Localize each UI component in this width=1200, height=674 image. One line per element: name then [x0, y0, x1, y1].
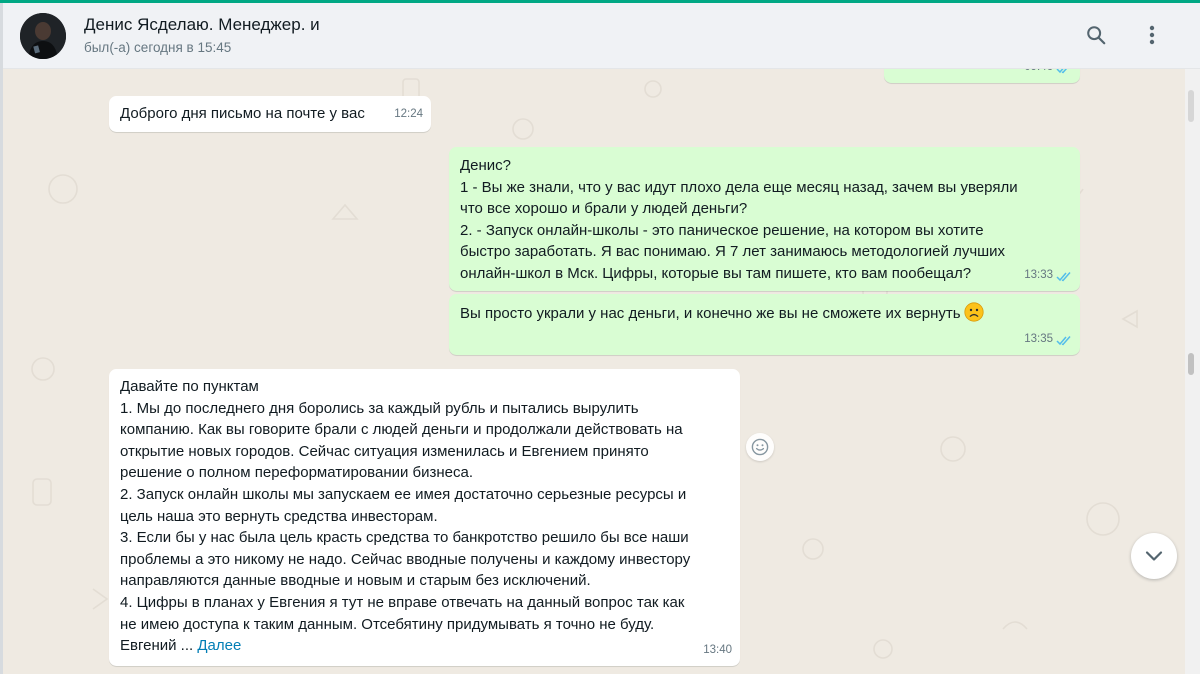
- message-text-content: Вы просто украли у нас деньги, и конечно…: [460, 305, 961, 322]
- message-bubble-outgoing[interactable]: Денис? 1 - Вы же знали, что у вас идут п…: [449, 147, 1080, 291]
- contact-name[interactable]: Денис Ясделаю. Менеджер. и: [84, 15, 320, 35]
- avatar[interactable]: [20, 13, 66, 59]
- message-time: 13:35: [1024, 333, 1053, 346]
- read-more-link[interactable]: Далее: [197, 637, 241, 654]
- scrollbar-thumb[interactable]: [1188, 353, 1194, 375]
- message-bubble-outgoing[interactable]: Вы просто украли у нас деньги, и конечно…: [449, 294, 1080, 355]
- message-time: 13:40: [703, 644, 732, 657]
- message-bubble-outgoing[interactable]: 09:46: [884, 69, 1080, 83]
- smiley-reaction-icon: [751, 438, 769, 456]
- read-ticks-icon: [1056, 69, 1072, 74]
- chat-area[interactable]: 09:46 Доброго дня письмо на почте у вас …: [3, 69, 1185, 674]
- search-icon: [1087, 26, 1106, 45]
- chat-header: Денис Ясделаю. Менеджер. и был(-а) сегод…: [0, 3, 1200, 69]
- message-text-content: Давайте по пунктам 1. Мы до последнего д…: [120, 378, 691, 655]
- message-bubble-incoming[interactable]: Давайте по пунктам 1. Мы до последнего д…: [109, 369, 740, 666]
- message-meta: 13:33: [1024, 265, 1072, 287]
- search-button[interactable]: [1078, 17, 1114, 53]
- scroll-down-button[interactable]: [1131, 533, 1177, 579]
- message-meta: 13:35: [1024, 329, 1072, 351]
- sad-face-emoji: [963, 302, 984, 322]
- read-ticks-icon: [1056, 335, 1072, 346]
- message-text: Вы просто украли у нас деньги, и конечно…: [460, 302, 1071, 325]
- message-time: 13:33: [1024, 269, 1053, 282]
- message-text: Денис? 1 - Вы же знали, что у вас идут п…: [460, 157, 1018, 282]
- message-text: Доброго дня письмо на почте у вас: [120, 105, 365, 122]
- kebab-menu-icon: [1149, 25, 1155, 45]
- read-ticks-icon: [1056, 271, 1072, 282]
- avatar-photo-icon: [20, 13, 66, 59]
- message-time: 12:24: [394, 108, 423, 121]
- message-meta: 09:46: [1024, 69, 1072, 79]
- message-meta: 12:24: [394, 104, 423, 126]
- chevron-down-icon: [1145, 551, 1163, 561]
- message-meta: 13:40: [703, 640, 732, 662]
- message-text: Давайте по пунктам 1. Мы до последнего д…: [120, 376, 731, 657]
- message-time: 09:46: [1024, 69, 1053, 79]
- menu-button[interactable]: [1134, 17, 1170, 53]
- message-bubble-incoming[interactable]: Доброго дня письмо на почте у вас 12:24: [109, 96, 431, 132]
- scrollbar-thumb-upper[interactable]: [1188, 90, 1194, 122]
- reaction-button[interactable]: [746, 433, 774, 461]
- last-seen-status: был(-а) сегодня в 15:45: [84, 40, 232, 55]
